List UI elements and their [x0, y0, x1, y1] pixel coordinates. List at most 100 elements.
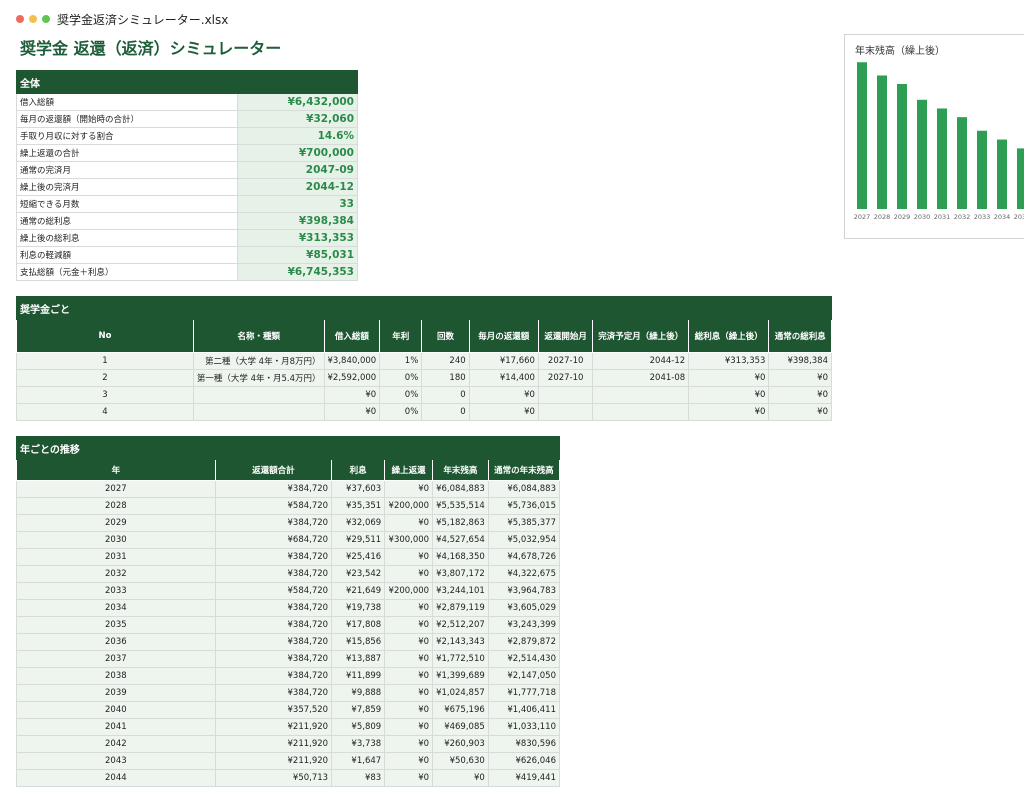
loan-cell[interactable]: ¥0	[468, 386, 539, 404]
year-cell[interactable]: ¥0	[384, 599, 434, 617]
loan-cell[interactable]: ¥0	[468, 403, 539, 421]
year-cell[interactable]: ¥384,720	[214, 684, 333, 702]
year-cell[interactable]: 2040	[16, 701, 216, 719]
year-cell[interactable]: ¥2,879,872	[487, 633, 561, 651]
loan-cell[interactable]: 2041-08	[592, 369, 690, 387]
loan-cell[interactable]: 0%	[379, 369, 423, 387]
year-cell[interactable]: ¥830,596	[487, 735, 561, 753]
chart-bar[interactable]	[857, 62, 867, 209]
year-cell[interactable]: ¥0	[384, 667, 434, 685]
loan-cell[interactable]	[592, 403, 690, 421]
loan-cell[interactable]: ¥2,592,000	[323, 369, 381, 387]
loan-cell[interactable]: 2	[16, 369, 194, 387]
loan-cell[interactable]: ¥17,660	[468, 352, 539, 370]
year-cell[interactable]: ¥0	[384, 752, 434, 770]
year-cell[interactable]: ¥1,406,411	[487, 701, 561, 719]
year-cell[interactable]: ¥211,920	[214, 735, 333, 753]
year-cell[interactable]: ¥0	[384, 633, 434, 651]
loan-cell[interactable]: 0%	[379, 386, 423, 404]
year-cell[interactable]: ¥5,535,514	[432, 497, 489, 515]
summary-label[interactable]: 通常の総利息	[16, 212, 238, 230]
year-cell[interactable]: ¥260,903	[432, 735, 489, 753]
close-window-button[interactable]	[16, 15, 24, 23]
year-cell[interactable]: ¥5,385,377	[487, 514, 561, 532]
year-cell[interactable]: ¥7,859	[331, 701, 386, 719]
loans-column-header[interactable]: 完済予定月（繰上後）	[592, 319, 690, 353]
year-cell[interactable]: ¥17,808	[331, 616, 386, 634]
year-cell[interactable]: ¥384,720	[214, 616, 333, 634]
year-cell[interactable]: ¥32,069	[331, 514, 386, 532]
years-column-header[interactable]: 年末残高	[432, 459, 489, 481]
summary-value[interactable]: 2047-09	[237, 161, 358, 179]
year-cell[interactable]: ¥11,899	[331, 667, 386, 685]
year-cell[interactable]: ¥0	[384, 684, 434, 702]
summary-label[interactable]: 手取り月収に対する割合	[16, 127, 238, 145]
year-cell[interactable]: ¥200,000	[384, 582, 434, 600]
loan-cell[interactable]: ¥0	[768, 403, 832, 421]
summary-value[interactable]: ¥6,745,353	[237, 263, 358, 281]
year-cell[interactable]: ¥19,738	[331, 599, 386, 617]
loan-cell[interactable]: 2027-10	[537, 352, 594, 370]
year-cell[interactable]: ¥0	[384, 514, 434, 532]
loan-cell[interactable]: ¥14,400	[468, 369, 539, 387]
year-cell[interactable]: ¥2,512,207	[432, 616, 489, 634]
year-cell[interactable]: ¥300,000	[384, 531, 434, 549]
year-cell[interactable]: ¥584,720	[214, 497, 333, 515]
year-cell[interactable]: ¥384,720	[214, 650, 333, 668]
loan-cell[interactable]: 3	[16, 386, 194, 404]
year-cell[interactable]: ¥2,879,119	[432, 599, 489, 617]
year-cell[interactable]: ¥0	[384, 480, 434, 498]
loan-cell[interactable]: ¥313,353	[688, 352, 770, 370]
year-cell[interactable]: ¥0	[384, 616, 434, 634]
year-cell[interactable]: ¥384,720	[214, 667, 333, 685]
loan-cell[interactable]: ¥0	[688, 386, 770, 404]
summary-value[interactable]: 33	[237, 195, 358, 213]
loan-cell[interactable]: 240	[421, 352, 470, 370]
year-cell[interactable]: ¥384,720	[214, 599, 333, 617]
loans-column-header[interactable]: 借入総額	[323, 319, 381, 353]
year-cell[interactable]: 2031	[16, 548, 216, 566]
year-cell[interactable]: ¥29,511	[331, 531, 386, 549]
summary-label[interactable]: 短縮できる月数	[16, 195, 238, 213]
year-cell[interactable]: 2033	[16, 582, 216, 600]
loan-cell[interactable]	[537, 403, 594, 421]
year-cell[interactable]: ¥4,678,726	[487, 548, 561, 566]
years-column-header[interactable]: 返還額合計	[214, 459, 333, 481]
loan-cell[interactable]: 2044-12	[592, 352, 690, 370]
years-column-header[interactable]: 通常の年末残高	[487, 459, 561, 481]
year-cell[interactable]: ¥584,720	[214, 582, 333, 600]
year-cell[interactable]: ¥675,196	[432, 701, 489, 719]
year-cell[interactable]: ¥25,416	[331, 548, 386, 566]
year-cell[interactable]: ¥0	[384, 769, 434, 787]
year-cell[interactable]: 2030	[16, 531, 216, 549]
year-cell[interactable]: ¥4,322,675	[487, 565, 561, 583]
year-cell[interactable]: ¥684,720	[214, 531, 333, 549]
chart-bar[interactable]	[1017, 148, 1024, 209]
loans-column-header[interactable]: 通常の総利息	[768, 319, 832, 353]
summary-value[interactable]: 14.6%	[237, 127, 358, 145]
year-cell[interactable]: ¥384,720	[214, 633, 333, 651]
loan-cell[interactable]: ¥398,384	[768, 352, 832, 370]
year-cell[interactable]: ¥13,887	[331, 650, 386, 668]
loans-column-header[interactable]: 返還開始月	[537, 319, 594, 353]
loan-cell[interactable]: 第二種（大学 4年・月8万円）	[192, 352, 325, 370]
year-cell[interactable]: ¥384,720	[214, 548, 333, 566]
loan-cell[interactable]: 0%	[379, 403, 423, 421]
year-cell[interactable]: ¥5,736,015	[487, 497, 561, 515]
loan-cell[interactable]: 1%	[379, 352, 423, 370]
zoom-window-button[interactable]	[42, 15, 50, 23]
year-cell[interactable]: ¥3,964,783	[487, 582, 561, 600]
balance-chart[interactable]: 年末残高（繰上後） 2027 2028 2029 2030 2031 2032 2033 20…	[844, 34, 1024, 239]
year-cell[interactable]: ¥15,856	[331, 633, 386, 651]
loan-cell[interactable]	[592, 386, 690, 404]
year-cell[interactable]: ¥211,920	[214, 752, 333, 770]
loans-column-header[interactable]: No	[16, 319, 194, 353]
chart-bar[interactable]	[957, 117, 967, 209]
year-cell[interactable]: ¥0	[384, 565, 434, 583]
year-cell[interactable]: ¥0	[384, 701, 434, 719]
year-cell[interactable]: ¥0	[384, 735, 434, 753]
loans-column-header[interactable]: 毎月の返還額	[468, 319, 539, 353]
chart-bar[interactable]	[937, 108, 947, 209]
year-cell[interactable]: ¥3,605,029	[487, 599, 561, 617]
chart-bar[interactable]	[877, 75, 887, 209]
